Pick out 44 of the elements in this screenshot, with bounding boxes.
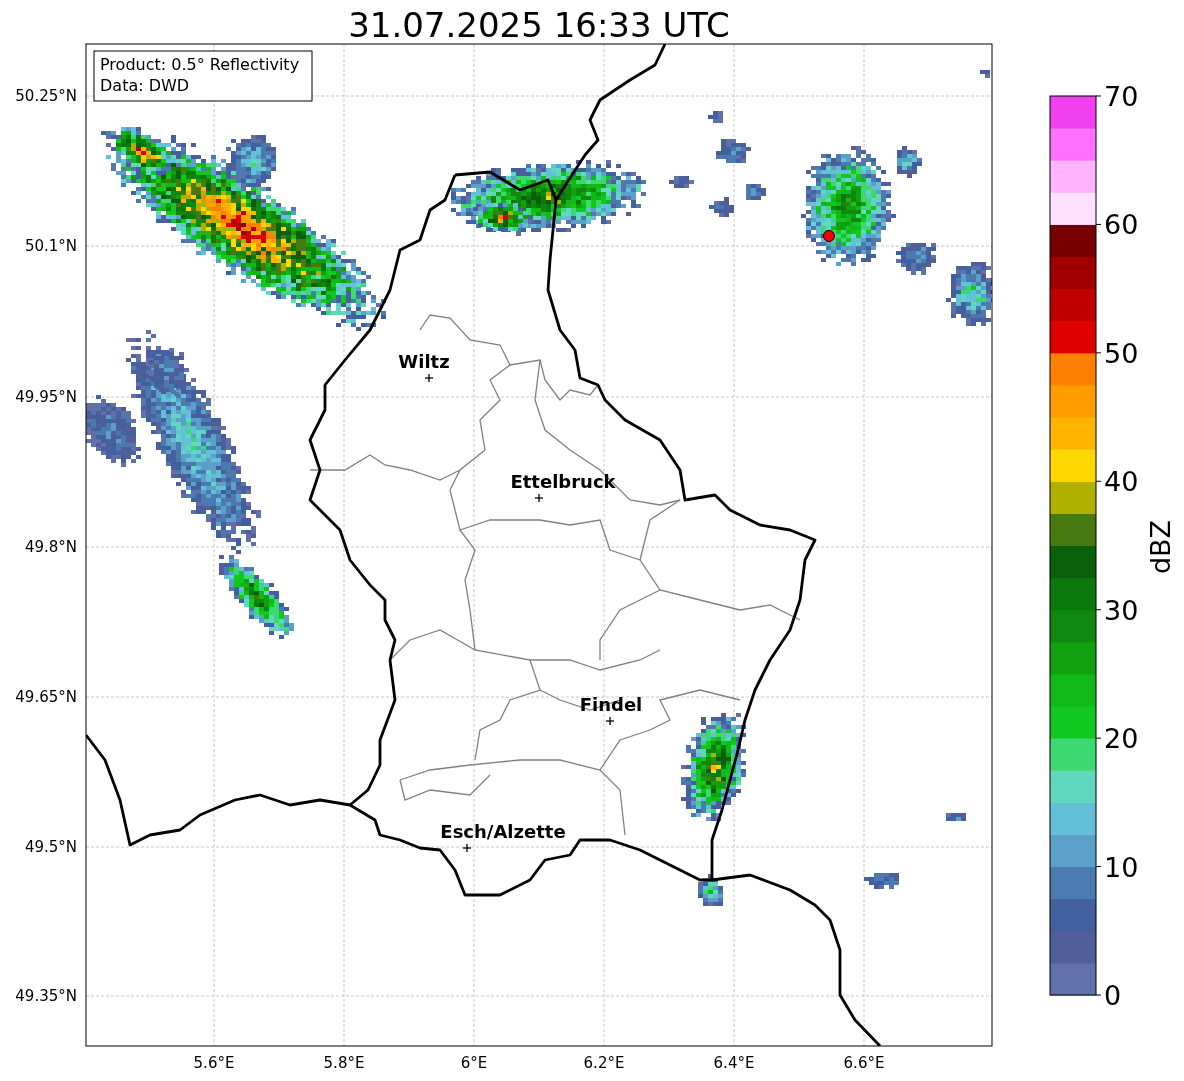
legend-text: Product: 0.5° Reflectivity	[100, 55, 300, 74]
radar-echo	[698, 874, 723, 906]
city-label: Wiltz	[398, 351, 450, 372]
legend-text: Data: DWD	[100, 76, 190, 95]
radar-echo	[709, 197, 734, 217]
radar-echo	[946, 813, 966, 821]
city-marker-icon	[424, 373, 434, 383]
colorbar-tick-label: 30	[1104, 594, 1139, 626]
radar-echo	[746, 184, 766, 200]
axis-tick-label: 5.8°E	[323, 1054, 365, 1072]
colorbar-tick-label: 70	[1104, 81, 1139, 112]
axis-tick-label: 49.95°N	[15, 388, 77, 406]
radar-echo	[708, 111, 723, 123]
axis-tick-label: 6.6°E	[843, 1054, 885, 1072]
radar-echo	[980, 70, 990, 78]
colorbar-tick-label: 60	[1104, 209, 1139, 241]
radar-echo	[716, 139, 751, 163]
axis-tick-label: 49.65°N	[15, 688, 77, 706]
axis-tick-label: 6.2°E	[583, 1054, 625, 1072]
city-label: Ettelbruck	[510, 471, 616, 492]
colorbar-tick-label: 0	[1104, 980, 1122, 1011]
axis-tick-label: 50.25°N	[15, 87, 77, 105]
radar-echo	[946, 262, 992, 326]
axis-tick-label: 49.5°N	[24, 838, 77, 856]
colorbar-label: dBZ	[1145, 519, 1176, 575]
colorbar-tick-label: 40	[1104, 466, 1139, 498]
colorbar-tick-label: 50	[1104, 337, 1139, 369]
axis-tick-label: 6.4°E	[713, 1054, 755, 1072]
colorbar-tick-label: 10	[1104, 851, 1139, 883]
axis-tick-label: 49.35°N	[15, 987, 77, 1005]
chart-title: 31.07.2025 16:33 UTC	[348, 5, 730, 45]
radar-echo	[669, 176, 694, 188]
city-marker-icon	[534, 493, 544, 503]
axis-tick-label: 6°E	[460, 1054, 488, 1072]
axis-tick-label: 49.8°N	[24, 538, 77, 556]
colorbar-tick-label: 20	[1104, 723, 1139, 755]
axis-tick-label: 50.1°N	[24, 237, 77, 255]
city-label: Findel	[579, 694, 643, 715]
city-marker-icon	[462, 843, 472, 853]
city-marker-icon	[605, 716, 615, 726]
radar-echo	[864, 873, 899, 889]
radar-site-marker	[823, 230, 835, 242]
axis-tick-label: 5.6°E	[193, 1054, 235, 1072]
city-label: Esch/Alzette	[440, 821, 566, 842]
